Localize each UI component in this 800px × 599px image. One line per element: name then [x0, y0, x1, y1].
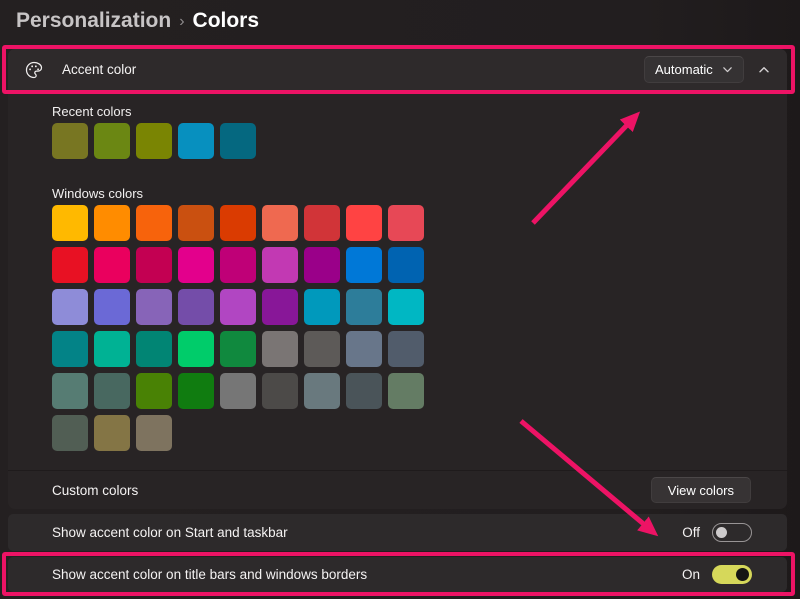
accent-mode-dropdown[interactable]: Automatic — [644, 56, 744, 83]
accent-start-taskbar-toggle[interactable] — [712, 523, 752, 542]
toggle-state-on-label: On — [682, 567, 700, 582]
color-swatch[interactable] — [388, 331, 424, 367]
toggle-knob — [716, 527, 727, 538]
color-swatch[interactable] — [346, 205, 382, 241]
accent-titlebar-label: Show accent color on title bars and wind… — [52, 567, 367, 582]
color-swatch[interactable] — [178, 247, 214, 283]
color-swatch[interactable] — [388, 373, 424, 409]
color-swatch[interactable] — [346, 247, 382, 283]
color-swatch[interactable] — [94, 373, 130, 409]
page-title: Colors — [193, 9, 260, 33]
color-swatch[interactable] — [52, 331, 88, 367]
view-colors-button[interactable]: View colors — [651, 477, 751, 503]
color-swatch[interactable] — [94, 123, 130, 159]
accent-color-label: Accent color — [62, 62, 136, 77]
color-swatch[interactable] — [52, 373, 88, 409]
color-swatch[interactable] — [94, 331, 130, 367]
windows-colors-label: Windows colors — [52, 186, 143, 201]
accent-color-row[interactable]: Accent color Automatic — [8, 49, 787, 90]
accent-titlebar-toggle[interactable] — [712, 565, 752, 584]
color-swatch[interactable] — [136, 247, 172, 283]
color-swatch[interactable] — [388, 205, 424, 241]
windows-colors-grid — [52, 205, 424, 451]
palette-icon — [24, 60, 44, 80]
color-swatch[interactable] — [262, 205, 298, 241]
custom-colors-label: Custom colors — [52, 483, 138, 498]
color-swatch[interactable] — [220, 205, 256, 241]
accent-start-taskbar-row: Show accent color on Start and taskbar O… — [8, 514, 787, 551]
toggle-state-off-label: Off — [682, 525, 700, 540]
color-swatch[interactable] — [94, 289, 130, 325]
color-swatch[interactable] — [94, 415, 130, 451]
color-swatch[interactable] — [388, 247, 424, 283]
color-swatch[interactable] — [52, 289, 88, 325]
chevron-up-icon — [758, 64, 770, 76]
chevron-down-icon — [722, 64, 733, 75]
color-swatch[interactable] — [304, 373, 340, 409]
color-swatch[interactable] — [262, 289, 298, 325]
color-swatch[interactable] — [220, 373, 256, 409]
color-swatch[interactable] — [94, 247, 130, 283]
breadcrumb-separator: › — [179, 11, 184, 31]
breadcrumb: Personalization › Colors — [16, 4, 259, 38]
color-swatch[interactable] — [220, 289, 256, 325]
color-swatch[interactable] — [304, 331, 340, 367]
color-swatch[interactable] — [136, 123, 172, 159]
color-swatch[interactable] — [94, 205, 130, 241]
color-swatch[interactable] — [52, 247, 88, 283]
color-swatch[interactable] — [52, 205, 88, 241]
color-swatch[interactable] — [220, 123, 256, 159]
color-swatch[interactable] — [304, 247, 340, 283]
color-swatch[interactable] — [262, 247, 298, 283]
color-swatch[interactable] — [220, 247, 256, 283]
color-swatch[interactable] — [178, 373, 214, 409]
toggle-knob — [736, 568, 749, 581]
color-swatch[interactable] — [388, 289, 424, 325]
recent-colors-label: Recent colors — [52, 104, 131, 119]
accent-start-taskbar-label: Show accent color on Start and taskbar — [52, 525, 288, 540]
color-swatch[interactable] — [52, 123, 88, 159]
settings-colors-page: Personalization › Colors Accent color Au… — [0, 0, 800, 599]
custom-colors-row: Custom colors View colors — [8, 470, 787, 509]
color-swatch[interactable] — [136, 373, 172, 409]
color-swatch[interactable] — [178, 331, 214, 367]
color-swatch[interactable] — [136, 331, 172, 367]
color-swatch[interactable] — [136, 415, 172, 451]
accent-titlebar-row: Show accent color on title bars and wind… — [8, 557, 787, 592]
color-swatch[interactable] — [304, 205, 340, 241]
color-swatch[interactable] — [136, 289, 172, 325]
accent-color-expanded-panel: Recent colors Windows colors — [8, 91, 787, 470]
recent-colors-swatches — [52, 123, 256, 159]
color-swatch[interactable] — [52, 415, 88, 451]
collapse-expander-button[interactable] — [753, 56, 775, 83]
color-swatch[interactable] — [262, 331, 298, 367]
color-swatch[interactable] — [304, 289, 340, 325]
color-swatch[interactable] — [178, 205, 214, 241]
color-swatch[interactable] — [262, 373, 298, 409]
color-swatch[interactable] — [346, 289, 382, 325]
color-swatch[interactable] — [178, 123, 214, 159]
color-swatch[interactable] — [136, 205, 172, 241]
color-swatch[interactable] — [346, 331, 382, 367]
color-swatch[interactable] — [178, 289, 214, 325]
accent-mode-value: Automatic — [655, 62, 713, 77]
breadcrumb-personalization[interactable]: Personalization — [16, 9, 171, 33]
color-swatch[interactable] — [346, 373, 382, 409]
color-swatch[interactable] — [220, 331, 256, 367]
